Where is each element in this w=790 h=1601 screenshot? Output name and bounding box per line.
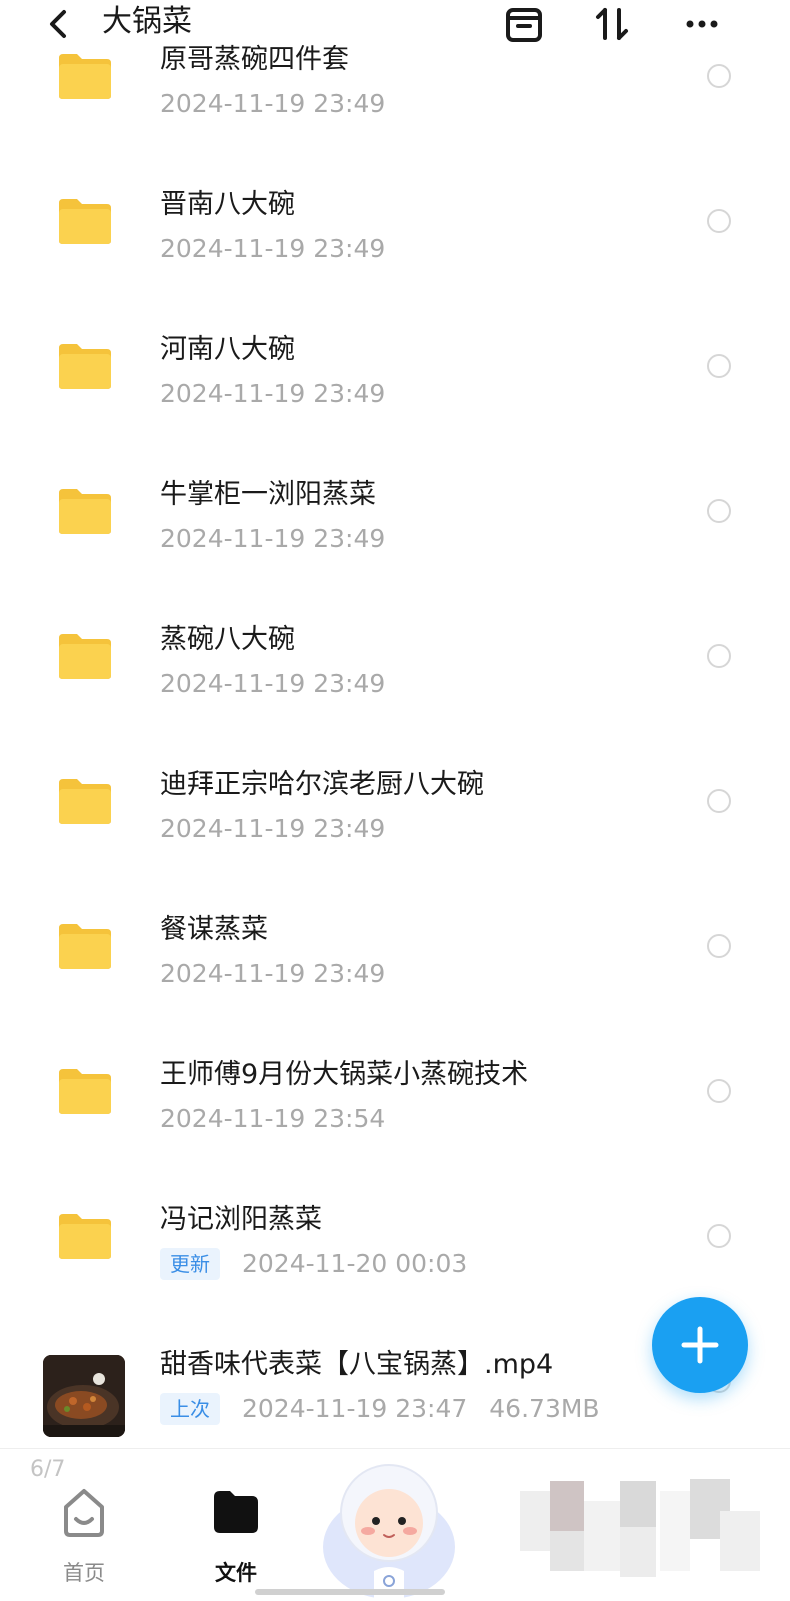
tab-files[interactable]: 文件	[196, 1477, 276, 1585]
folder-icon	[59, 489, 111, 534]
bottom-nav: 6/7 首页 文件	[0, 1448, 790, 1601]
file-meta: 2024-11-19 23:49	[160, 521, 385, 557]
add-button[interactable]	[652, 1297, 748, 1393]
file-meta: 2024-11-19 23:49	[160, 231, 385, 267]
folder-icon	[59, 634, 111, 679]
file-meta: 2024-11-19 23:49	[160, 666, 385, 702]
file-size: 46.73MB	[489, 1394, 600, 1423]
folder-icon	[59, 344, 111, 389]
file-date: 2024-11-19 23:49	[160, 814, 386, 843]
file-date: 2024-11-19 23:49	[160, 379, 386, 408]
file-meta: 2024-11-19 23:49	[160, 86, 385, 122]
folder-icon	[59, 199, 111, 244]
folder-icon	[59, 1069, 111, 1114]
file-meta: 2024-11-19 23:49	[160, 376, 385, 412]
file-meta: 更新 2024-11-20 00:03	[160, 1246, 467, 1282]
list-item[interactable]: 原哥蒸碗四件套 2024-11-19 23:49	[0, 30, 790, 175]
file-name: 冯记浏阳蒸菜	[160, 1204, 322, 1235]
pixelated-region	[520, 1479, 760, 1577]
file-meta: 2024-11-19 23:54	[160, 1101, 385, 1137]
last-viewed-badge: 上次	[160, 1393, 220, 1425]
file-meta: 2024-11-19 23:49	[160, 956, 385, 992]
select-radio[interactable]	[707, 1079, 731, 1103]
plus-icon	[681, 1326, 719, 1364]
list-item[interactable]: 河南八大碗 2024-11-19 23:49	[0, 320, 790, 465]
file-date: 2024-11-19 23:54	[160, 1104, 386, 1133]
folder-icon	[59, 1214, 111, 1259]
mascot-assistant-button[interactable]	[314, 1451, 464, 1599]
tab-files-label: 文件	[215, 1561, 257, 1585]
select-radio[interactable]	[707, 789, 731, 813]
file-name: 牛掌柜一浏阳蒸菜	[160, 479, 376, 510]
video-thumbnail	[43, 1355, 125, 1437]
list-item[interactable]: 牛掌柜一浏阳蒸菜 2024-11-19 23:49	[0, 465, 790, 610]
home-icon	[64, 1489, 104, 1537]
file-date: 2024-11-19 23:47	[242, 1394, 468, 1423]
file-name: 晋南八大碗	[160, 189, 295, 220]
select-radio[interactable]	[707, 354, 731, 378]
file-meta: 上次 2024-11-19 23:47 46.73MB	[160, 1391, 600, 1427]
file-date: 2024-11-19 23:49	[160, 524, 386, 553]
file-date: 2024-11-19 23:49	[160, 959, 386, 988]
folder-filled-icon	[214, 1491, 258, 1533]
list-item[interactable]: 晋南八大碗 2024-11-19 23:49	[0, 175, 790, 320]
file-name: 蒸碗八大碗	[160, 624, 295, 655]
select-radio[interactable]	[707, 644, 731, 668]
file-name: 餐谋蒸菜	[160, 914, 268, 945]
list-item[interactable]: 王师傅9月份大锅菜小蒸碗技术 2024-11-19 23:54	[0, 1045, 790, 1190]
file-name: 河南八大碗	[160, 334, 295, 365]
file-meta: 2024-11-19 23:49	[160, 811, 385, 847]
list-item[interactable]: 蒸碗八大碗 2024-11-19 23:49	[0, 610, 790, 755]
home-indicator	[255, 1589, 445, 1595]
tab-home-label: 首页	[63, 1561, 105, 1585]
file-name: 甜香味代表菜【八宝锅蒸】.mp4	[160, 1349, 554, 1380]
file-date: 2024-11-20 00:03	[242, 1249, 468, 1278]
select-radio[interactable]	[707, 1224, 731, 1248]
list-item[interactable]: 餐谋蒸菜 2024-11-19 23:49	[0, 900, 790, 1045]
file-name: 迪拜正宗哈尔滨老厨八大碗	[160, 769, 484, 800]
file-date: 2024-11-19 23:49	[160, 669, 386, 698]
file-list: 原哥蒸碗四件套 2024-11-19 23:49 晋南八大碗 2024-11-1…	[0, 44, 790, 1480]
file-name: 原哥蒸碗四件套	[160, 44, 349, 75]
folder-icon	[59, 54, 111, 99]
list-item[interactable]: 迪拜正宗哈尔滨老厨八大碗 2024-11-19 23:49	[0, 755, 790, 900]
folder-icon	[59, 924, 111, 969]
select-radio[interactable]	[707, 209, 731, 233]
tab-home[interactable]: 首页	[44, 1477, 124, 1585]
select-radio[interactable]	[707, 934, 731, 958]
mascot-icon	[323, 1464, 455, 1599]
file-name: 王师傅9月份大锅菜小蒸碗技术	[160, 1059, 529, 1090]
folder-icon	[59, 779, 111, 824]
update-badge: 更新	[160, 1248, 220, 1280]
select-radio[interactable]	[707, 499, 731, 523]
select-radio[interactable]	[707, 64, 731, 88]
file-date: 2024-11-19 23:49	[160, 89, 386, 118]
file-date: 2024-11-19 23:49	[160, 234, 386, 263]
food-thumbnail-image	[43, 1355, 125, 1437]
